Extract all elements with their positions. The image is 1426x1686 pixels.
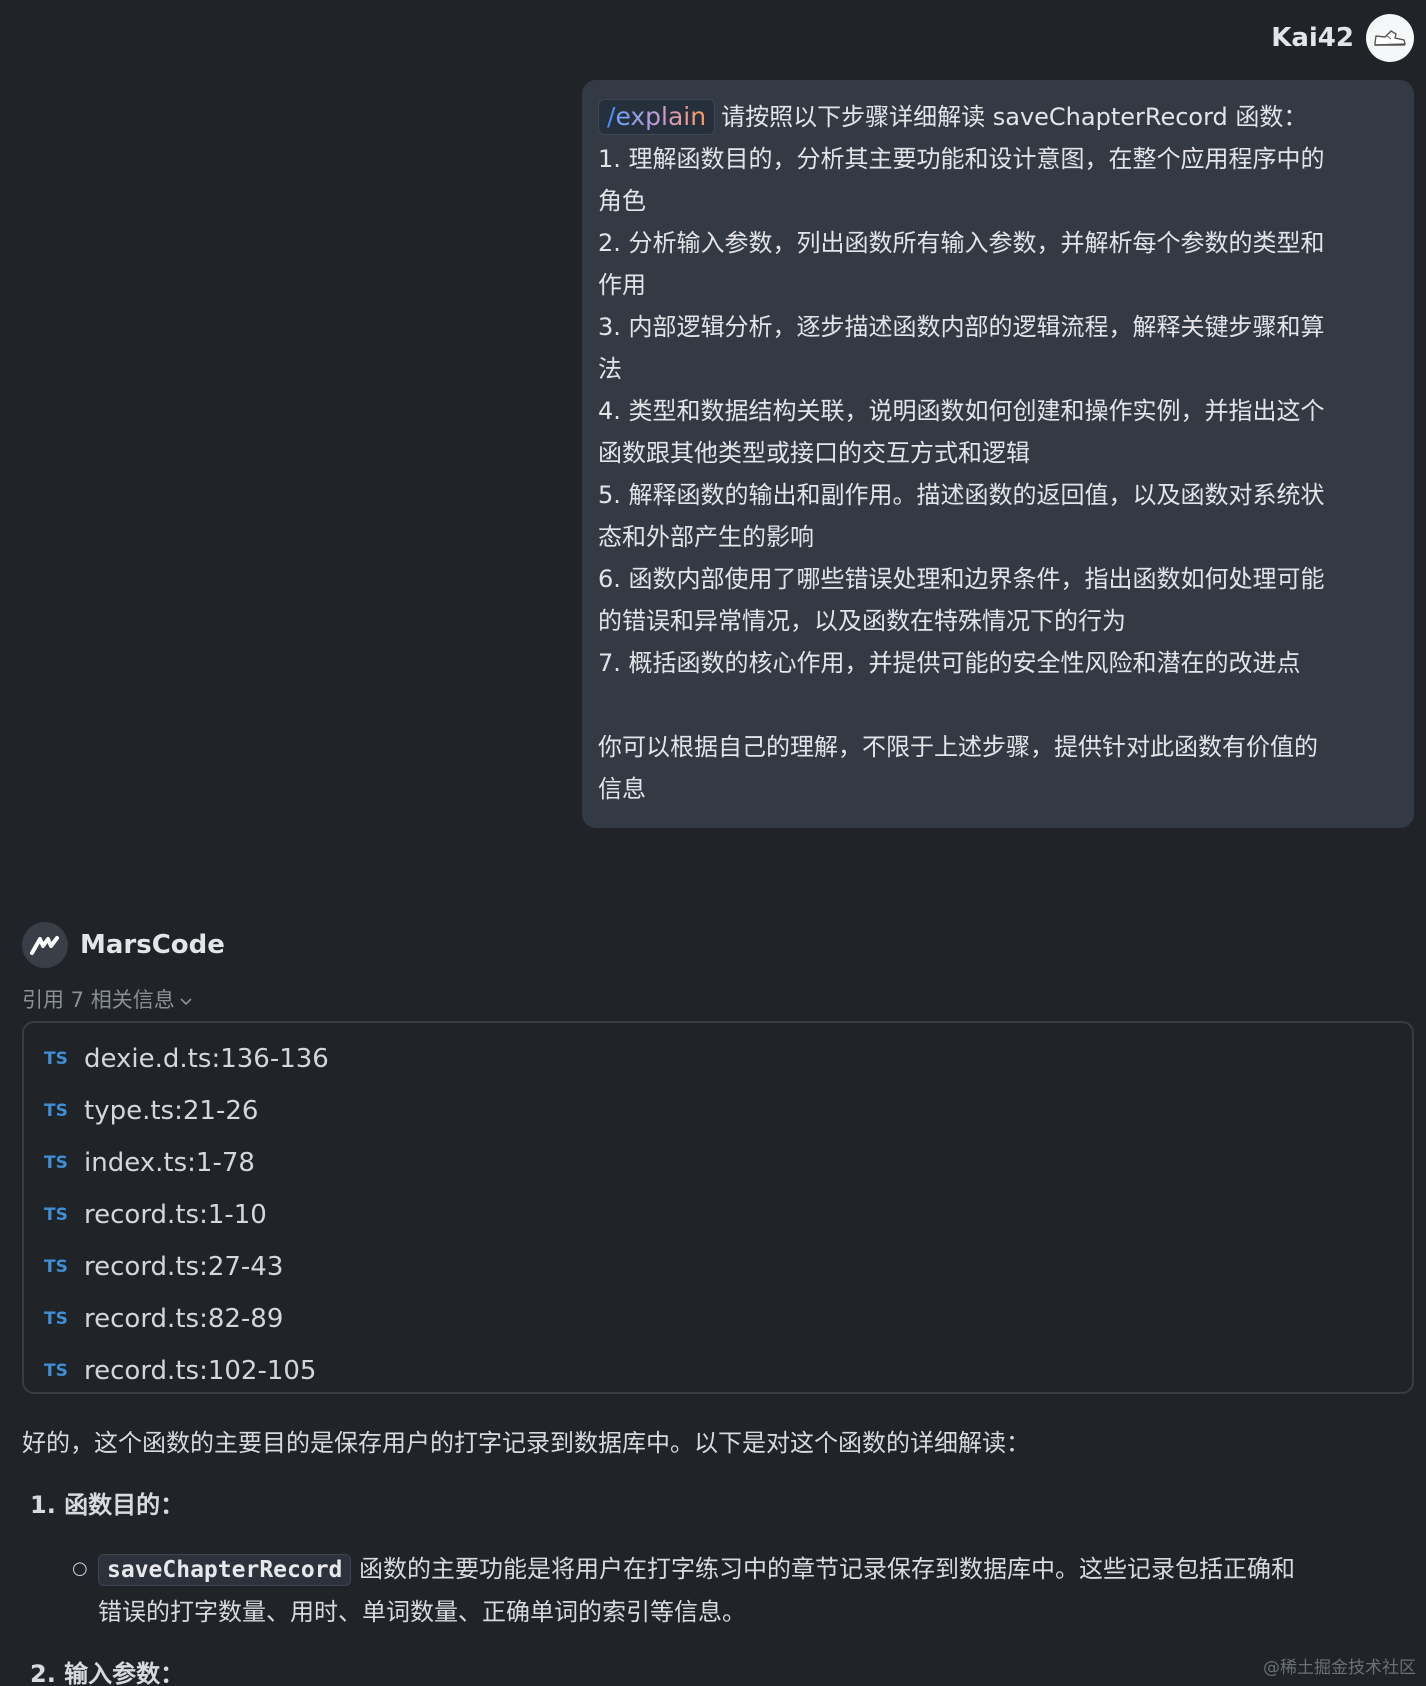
reference-item[interactable]: TS record.ts:102-105 — [44, 1345, 1412, 1397]
reference-filename: record.ts:1-10 — [84, 1200, 267, 1230]
user-name: Kai42 — [1271, 23, 1354, 53]
user-message-bubble: /explain 请按照以下步骤详细解读 saveChapterRecord 函数… — [582, 80, 1414, 828]
typescript-file-icon: TS — [44, 1257, 68, 1277]
watermark: @稀土掘金技术社区 — [1263, 1658, 1416, 1678]
message-line: 5. 解释函数的输出和副作用。描述函数的返回值，以及函数对系统状 — [598, 481, 1325, 509]
reference-item[interactable]: TS dexie.d.ts:136-136 — [44, 1033, 1412, 1085]
list-item: ○ saveChapterRecord 函数的主要功能是将用户在打字练习中的章节… — [72, 1548, 1414, 1633]
message-line: 4. 类型和数据结构关联，说明函数如何创建和操作实例，并指出这个 — [598, 397, 1325, 425]
user-message-first-line: /explain 请按照以下步骤详细解读 saveChapterRecord 函数… — [598, 96, 1394, 138]
section-title: 2. 输入参数： — [30, 1660, 185, 1686]
message-line: 态和外部产生的影响 — [598, 523, 814, 551]
message-line: 你可以根据自己的理解，不限于上述步骤，提供针对此函数有价值的 — [598, 733, 1318, 761]
typescript-file-icon: TS — [44, 1361, 68, 1381]
message-line: 1. 理解函数目的，分析其主要功能和设计意图，在整个应用程序中的 — [598, 145, 1325, 173]
chevron-down-icon — [179, 987, 193, 1011]
reference-filename: index.ts:1-78 — [84, 1148, 255, 1178]
user-avatar-sneaker-icon[interactable] — [1366, 14, 1414, 62]
references-toggle[interactable]: 引用 7 相关信息 — [22, 984, 193, 1014]
user-header: Kai42 — [1271, 14, 1414, 62]
message-line: 的错误和异常情况，以及函数在特殊情况下的行为 — [598, 607, 1126, 635]
reference-item[interactable]: TS type.ts:21-26 — [44, 1085, 1412, 1137]
message-line: 6. 函数内部使用了哪些错误处理和边界条件，指出函数如何处理可能 — [598, 565, 1325, 593]
message-line: 法 — [598, 355, 622, 383]
reference-filename: dexie.d.ts:136-136 — [84, 1044, 329, 1074]
references-list: TS dexie.d.ts:136-136 TS type.ts:21-26 T… — [22, 1021, 1414, 1394]
reference-filename: type.ts:21-26 — [84, 1096, 259, 1126]
list-item-text: saveChapterRecord 函数的主要功能是将用户在打字练习中的章节记录… — [98, 1554, 1296, 1626]
reference-item[interactable]: TS record.ts:1-10 — [44, 1189, 1412, 1241]
marscode-logo-icon — [22, 922, 68, 968]
typescript-file-icon: TS — [44, 1101, 68, 1121]
typescript-file-icon: TS — [44, 1049, 68, 1069]
message-line: 角色 — [598, 187, 646, 215]
reference-item[interactable]: TS record.ts:27-43 — [44, 1241, 1412, 1293]
message-line: 作用 — [598, 271, 646, 299]
message-line: 2. 分析输入参数，列出函数所有输入参数，并解析每个参数的类型和 — [598, 229, 1325, 257]
message-line: 3. 内部逻辑分析，逐步描述函数内部的逻辑流程，解释关键步骤和算 — [598, 313, 1325, 341]
message-line: 函数跟其他类型或接口的交互方式和逻辑 — [598, 439, 1030, 467]
command-word: explain — [615, 102, 707, 131]
reference-item[interactable]: TS record.ts:82-89 — [44, 1293, 1412, 1345]
hollow-bullet-icon: ○ — [72, 1558, 88, 1579]
references-toggle-label: 引用 7 相关信息 — [22, 988, 175, 1012]
typescript-file-icon: TS — [44, 1309, 68, 1329]
message-line: 请按照以下步骤详细解读 saveChapterRecord 函数： — [721, 103, 1308, 131]
typescript-file-icon: TS — [44, 1205, 68, 1225]
explain-command-tag[interactable]: /explain — [598, 99, 716, 135]
message-line: 信息 — [598, 775, 646, 803]
message-line: 7. 概括函数的核心作用，并提供可能的安全性风险和潜在的改进点 — [598, 649, 1301, 677]
reference-filename: record.ts:102-105 — [84, 1356, 317, 1386]
section-title: 1. 函数目的： — [30, 1491, 185, 1519]
answer-intro: 好的，这个函数的主要目的是保存用户的打字记录到数据库中。以下是对这个函数的详细解… — [22, 1429, 1030, 1457]
bot-answer: 好的，这个函数的主要目的是保存用户的打字记录到数据库中。以下是对这个函数的详细解… — [22, 1422, 1414, 1686]
typescript-file-icon: TS — [44, 1153, 68, 1173]
reference-item[interactable]: TS index.ts:1-78 — [44, 1137, 1412, 1189]
inline-code: saveChapterRecord — [98, 1554, 352, 1586]
reference-filename: record.ts:82-89 — [84, 1304, 284, 1334]
bot-name: MarsCode — [80, 930, 225, 960]
bot-header: MarsCode — [22, 922, 225, 968]
reference-filename: record.ts:27-43 — [84, 1252, 284, 1282]
